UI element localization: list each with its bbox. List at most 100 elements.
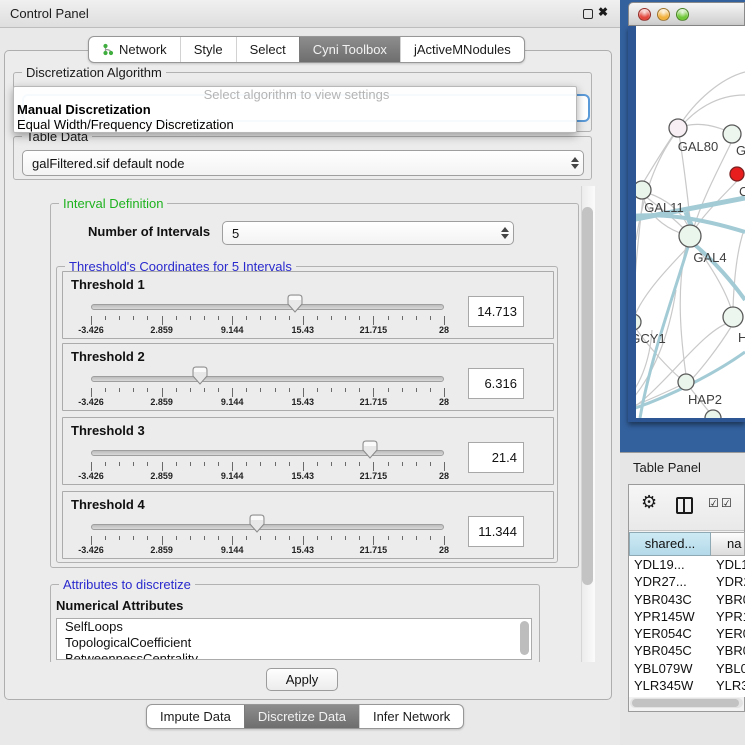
threshold-value-field[interactable] bbox=[468, 296, 524, 327]
checkbox-icon[interactable]: ☑ bbox=[721, 496, 732, 510]
tab-cyni-toolbox[interactable]: Cyni Toolbox bbox=[299, 37, 400, 62]
tick-mark bbox=[246, 388, 247, 392]
tick-label: 21.715 bbox=[360, 397, 388, 407]
tick-mark bbox=[303, 536, 304, 545]
tick-mark bbox=[204, 462, 205, 466]
table-row[interactable]: YIL052CYIL0 bbox=[629, 694, 745, 697]
table-row[interactable]: YBL079WYBL0 bbox=[629, 660, 745, 677]
scrollbar-thumb[interactable] bbox=[582, 207, 593, 585]
combo-stepper-icon[interactable] bbox=[497, 222, 513, 244]
table-row[interactable]: YBR045CYBR0 bbox=[629, 642, 745, 659]
list-scrollbar-thumb[interactable] bbox=[520, 621, 529, 655]
node-label: GCY1 bbox=[636, 331, 666, 346]
threshold-slider-track[interactable] bbox=[91, 450, 444, 456]
num-intervals-label: Number of Intervals bbox=[88, 224, 210, 239]
slider-tick-labels: -3.4262.8599.14415.4321.71528 bbox=[91, 325, 444, 336]
gear-icon[interactable]: ⚙ bbox=[641, 492, 657, 513]
network-node-h[interactable] bbox=[723, 307, 743, 327]
tab-label: Cyni Toolbox bbox=[313, 37, 387, 62]
threshold-slider-thumb[interactable] bbox=[192, 366, 208, 385]
tab-jactivemnodules[interactable]: jActiveMNodules bbox=[400, 37, 524, 62]
network-node-gal80[interactable] bbox=[669, 119, 687, 137]
network-window-titlebar[interactable] bbox=[628, 2, 745, 26]
threshold-slider-thumb[interactable] bbox=[287, 294, 303, 313]
tab-select[interactable]: Select bbox=[236, 37, 299, 62]
traffic-light-zoom-icon[interactable] bbox=[676, 8, 689, 21]
table-row[interactable]: YLR345WYLR3 bbox=[629, 677, 745, 694]
threshold-value-field[interactable] bbox=[468, 516, 524, 547]
traffic-light-close-icon[interactable] bbox=[638, 8, 651, 21]
tick-label: 2.859 bbox=[150, 397, 173, 407]
threshold-value-field[interactable] bbox=[468, 368, 524, 399]
traffic-light-minimize-icon[interactable] bbox=[657, 8, 670, 21]
threshold-slider-track[interactable] bbox=[91, 304, 444, 310]
table-hscrollbar-thumb[interactable] bbox=[632, 699, 739, 707]
tab-infer-network[interactable]: Infer Network bbox=[359, 705, 463, 728]
tick-mark bbox=[190, 536, 191, 540]
tab-network[interactable]: Network bbox=[89, 37, 180, 62]
tick-mark bbox=[162, 388, 163, 397]
network-node-ga[interactable] bbox=[723, 125, 741, 143]
network-node-gal11[interactable] bbox=[636, 181, 651, 199]
close-icon[interactable]: ✖ bbox=[598, 5, 608, 19]
tick-label: 21.715 bbox=[360, 545, 388, 555]
column-header-name[interactable]: na bbox=[711, 532, 745, 556]
tick-mark bbox=[345, 388, 346, 392]
popup-option-manual-discretization[interactable]: Manual Discretization bbox=[14, 102, 576, 117]
tick-mark bbox=[260, 536, 261, 540]
tick-label: 15.43 bbox=[292, 545, 315, 555]
numerical-attributes-label: Numerical Attributes bbox=[56, 598, 183, 613]
threshold-slider-thumb[interactable] bbox=[249, 514, 265, 533]
table-data-combobox[interactable]: galFiltered.sif default node bbox=[22, 150, 584, 176]
network-node[interactable] bbox=[705, 410, 721, 418]
attribute-list-item[interactable]: BetweennessCentrality bbox=[57, 651, 531, 660]
combo-stepper-icon[interactable] bbox=[567, 151, 583, 175]
cell-shared-name: YLR345W bbox=[629, 677, 711, 694]
numerical-attributes-list[interactable]: SelfLoopsTopologicalCoefficientBetweenne… bbox=[56, 618, 532, 660]
tick-mark bbox=[133, 462, 134, 466]
num-intervals-combobox[interactable]: 5 bbox=[222, 221, 514, 245]
column-header-shared-name[interactable]: shared... bbox=[629, 532, 711, 556]
tick-label: -3.426 bbox=[78, 471, 104, 481]
network-canvas[interactable]: GAL80GACGAL11GAL4GCY1HHAP2 bbox=[636, 26, 745, 418]
network-node-c[interactable] bbox=[730, 167, 744, 181]
cell-name: YDR2 bbox=[711, 573, 745, 590]
table-row[interactable]: YDR27...YDR2 bbox=[629, 573, 745, 590]
table-row[interactable]: YPR145WYPR1 bbox=[629, 608, 745, 625]
network-node-hap2[interactable] bbox=[678, 374, 694, 390]
algorithm-dropdown-popup: Select algorithm to view settings Manual… bbox=[13, 86, 577, 133]
threshold-value-field[interactable] bbox=[468, 442, 524, 473]
tick-label: 28 bbox=[439, 397, 449, 407]
tab-impute-data[interactable]: Impute Data bbox=[147, 705, 244, 728]
table-row[interactable]: YDL19...YDL1 bbox=[629, 556, 745, 573]
threshold-slider-track[interactable] bbox=[91, 524, 444, 530]
cell-name: YBL0 bbox=[711, 660, 745, 677]
tick-mark bbox=[359, 388, 360, 392]
tick-mark bbox=[147, 462, 148, 466]
network-edge[interactable] bbox=[692, 327, 731, 379]
checkbox-icon[interactable]: ☑ bbox=[708, 496, 719, 510]
node-label: HAP2 bbox=[688, 392, 722, 407]
float-window-icon[interactable] bbox=[583, 9, 593, 19]
popup-placeholder-option[interactable]: Select algorithm to view settings bbox=[14, 87, 576, 102]
threshold-slider-track[interactable] bbox=[91, 376, 444, 382]
group-title: Discretization Algorithm bbox=[22, 65, 166, 80]
network-edge[interactable] bbox=[685, 124, 727, 131]
popup-option-equal-width[interactable]: Equal Width/Frequency Discretization bbox=[14, 117, 576, 132]
attribute-list-item[interactable]: SelfLoops bbox=[57, 619, 531, 635]
threshold-slider-thumb[interactable] bbox=[362, 440, 378, 459]
network-node-gal4[interactable] bbox=[679, 225, 701, 247]
cell-name: YLR3 bbox=[711, 677, 745, 694]
tick-mark bbox=[388, 536, 389, 540]
tab-style[interactable]: Style bbox=[180, 37, 236, 62]
cell-shared-name: YBR045C bbox=[629, 642, 711, 659]
table-row[interactable]: YBR043CYBR0 bbox=[629, 591, 745, 608]
table-row[interactable]: YER054CYER0 bbox=[629, 625, 745, 642]
network-node-gcy1[interactable] bbox=[636, 314, 641, 330]
attribute-list-item[interactable]: TopologicalCoefficient bbox=[57, 635, 531, 651]
tick-mark bbox=[444, 536, 445, 545]
tick-label: 2.859 bbox=[150, 325, 173, 335]
apply-button[interactable]: Apply bbox=[266, 668, 338, 691]
tab-discretize-data[interactable]: Discretize Data bbox=[244, 705, 359, 728]
split-view-icon[interactable] bbox=[676, 497, 693, 514]
